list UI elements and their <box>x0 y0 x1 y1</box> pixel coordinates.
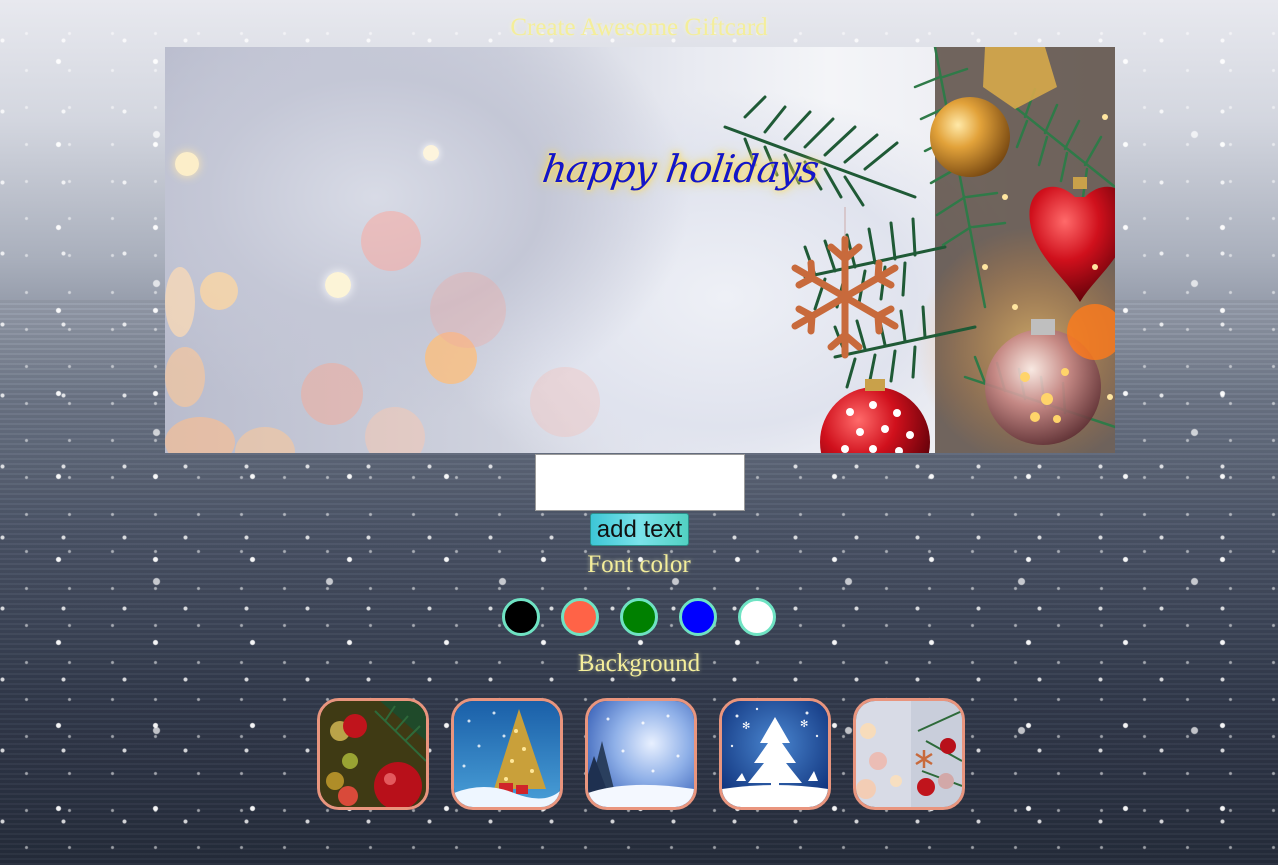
bokeh-light <box>325 272 351 298</box>
background-thumb-snowy-forest[interactable] <box>585 698 697 810</box>
svg-text:✻: ✻ <box>742 721 750 732</box>
bokeh-light <box>301 363 363 425</box>
page-title: Create Awesome Giftcard <box>510 14 768 41</box>
background-thumb-bokeh-branch[interactable] <box>853 698 965 810</box>
bokeh-light <box>175 152 199 176</box>
bokeh-light <box>165 347 205 407</box>
bokeh-light <box>361 211 421 271</box>
giftcard-preview: happy holidays <box>165 47 1115 453</box>
bokeh-branch-thumbnail-image <box>856 701 962 807</box>
bokeh-light <box>165 267 195 337</box>
background-thumb-ornaments[interactable] <box>317 698 429 810</box>
card-message-text[interactable]: happy holidays <box>540 147 821 191</box>
color-swatch-tomato[interactable] <box>561 598 599 636</box>
bokeh-light <box>165 417 235 453</box>
bokeh-light <box>235 427 295 453</box>
bokeh-light <box>423 145 439 161</box>
bokeh-light <box>530 367 600 437</box>
bokeh-light <box>430 272 506 348</box>
svg-text:✻: ✻ <box>800 719 808 730</box>
bokeh-light <box>200 272 238 310</box>
background-thumb-white-tree[interactable]: ✻ ✻ <box>719 698 831 810</box>
bokeh-light <box>365 407 425 453</box>
white-tree-thumbnail-image: ✻ ✻ <box>722 701 828 807</box>
background-label: Background <box>577 650 701 677</box>
blue-tree-thumbnail-image <box>454 701 560 807</box>
font-color-swatches <box>502 598 776 636</box>
snowy-forest-thumbnail-image <box>588 701 694 807</box>
add-text-button[interactable]: add text <box>590 513 689 546</box>
ornaments-thumbnail-image <box>320 701 426 807</box>
background-thumb-blue-tree[interactable] <box>451 698 563 810</box>
font-color-label: Font color <box>587 551 691 578</box>
background-options: ✻ ✻ <box>317 698 965 810</box>
color-swatch-blue[interactable] <box>679 598 717 636</box>
color-swatch-green[interactable] <box>620 598 658 636</box>
christmas-tree-branch-image <box>723 47 1115 453</box>
card-text-input[interactable] <box>535 454 745 511</box>
color-swatch-black[interactable] <box>502 598 540 636</box>
color-swatch-white[interactable] <box>738 598 776 636</box>
